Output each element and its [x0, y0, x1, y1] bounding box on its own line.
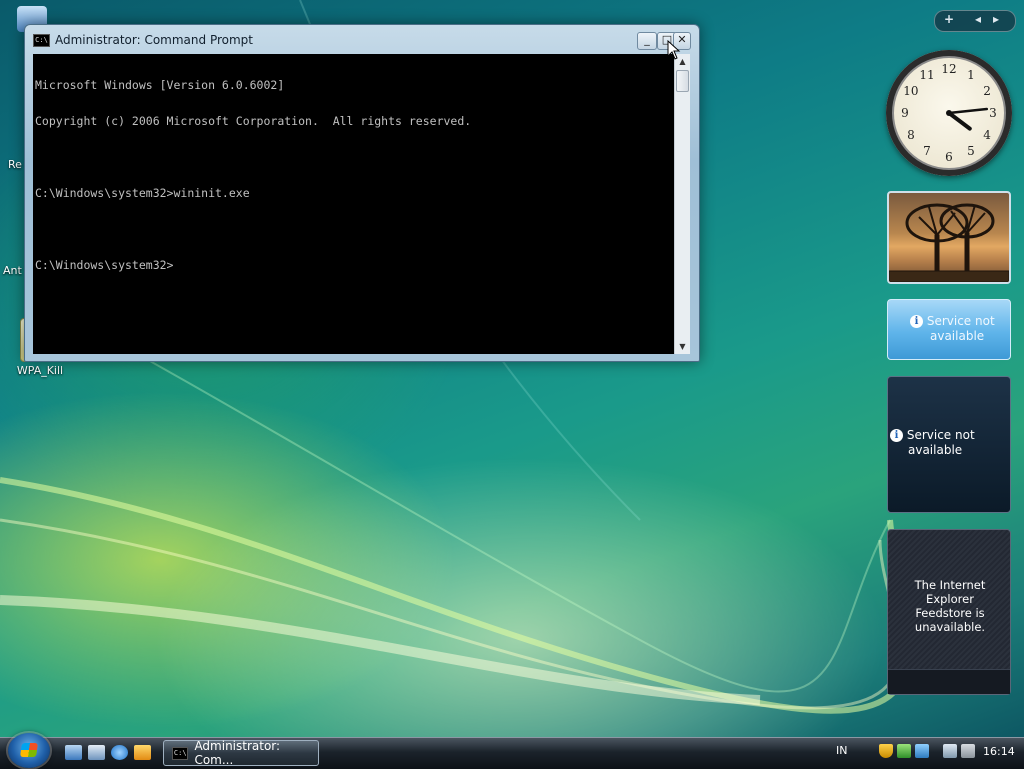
clock-center — [946, 110, 952, 116]
clock-numeral: 2 — [983, 84, 991, 98]
clock-numeral: 11 — [919, 68, 934, 82]
clock-numeral: 5 — [967, 144, 975, 158]
stocks-gadget[interactable]: i Service not available — [887, 376, 1011, 513]
feed-status: The Internet Explorer Feedstore is unava… — [892, 578, 1008, 634]
weather-status-line1: Service not — [926, 314, 995, 328]
cmd-icon: C:\ — [33, 33, 50, 47]
internet-explorer-icon[interactable] — [111, 745, 128, 760]
language-indicator[interactable]: IN — [836, 744, 847, 757]
clock-numeral: 12 — [941, 62, 956, 76]
clock-time[interactable]: 16:14 — [983, 745, 1015, 758]
hour-hand — [947, 111, 972, 131]
clock-numeral: 3 — [989, 106, 997, 120]
desktop-icon-label: Re — [8, 158, 22, 171]
window-titlebar[interactable]: C:\ Administrator: Command Prompt — [33, 33, 253, 47]
console-line: Microsoft Windows [Version 6.0.6002] — [35, 78, 285, 92]
stocks-status-line1: Service not — [906, 428, 975, 442]
clock-numeral: 8 — [907, 128, 915, 142]
weather-gadget[interactable]: i Service not available — [887, 299, 1011, 360]
feed-headlines-gadget[interactable]: The Internet Explorer Feedstore is unava… — [887, 529, 1011, 695]
update-icon[interactable] — [897, 744, 911, 758]
clock-face: 12 12 3 45678 9 1011 — [901, 62, 997, 164]
show-desktop-icon[interactable] — [65, 745, 82, 760]
defender-icon[interactable] — [915, 744, 929, 758]
weather-status-line2: available — [930, 329, 985, 343]
desktop-icon-label: Ant — [3, 264, 22, 277]
taskbar-button-command-prompt[interactable]: C:\ Administrator: Com... — [163, 739, 319, 767]
add-gadget-button[interactable]: + — [944, 12, 954, 26]
taskbar-button-label: Administrator: Com... — [194, 739, 281, 767]
security-shield-icon[interactable] — [879, 744, 893, 758]
stocks-status: i Service not available — [890, 428, 975, 458]
feed-footer — [888, 669, 1010, 694]
clock-numeral: 6 — [945, 150, 953, 164]
minimize-button[interactable]: _ — [637, 32, 657, 50]
scroll-thumb[interactable] — [676, 70, 689, 92]
clock-gadget[interactable]: 12 1 2 3 4 5 6 7 8 9 10 11 — [886, 50, 1012, 176]
previous-page-button[interactable]: ◂ — [975, 12, 981, 26]
stocks-status-line2: available — [908, 443, 963, 457]
sidebar-controls: + ◂ ▸ — [934, 10, 1016, 32]
close-button[interactable]: ✕ — [673, 32, 691, 50]
clock-numeral: 4 — [983, 128, 991, 142]
volume-muted-icon[interactable] — [961, 744, 975, 758]
scroll-up-arrow-icon[interactable]: ▲ — [675, 54, 690, 69]
tree-photo — [889, 203, 1009, 282]
feed-status-line1: The Internet Explorer — [914, 578, 986, 606]
scroll-down-arrow-icon[interactable]: ▼ — [675, 339, 690, 354]
taskbar — [0, 737, 1024, 769]
feed-status-line2: Feedstore is — [915, 606, 985, 620]
clock-numeral: 1 — [967, 68, 975, 82]
weather-status: i Service not available — [910, 314, 995, 344]
slideshow-gadget[interactable] — [887, 191, 1011, 284]
minute-hand — [947, 107, 989, 115]
desktop-icon-label: WPA_Kill — [16, 364, 64, 377]
console-line: C:\Windows\system32>wininit.exe — [35, 186, 250, 200]
start-button[interactable] — [8, 733, 50, 768]
feed-status-line3: unavailable. — [914, 620, 986, 634]
media-player-icon[interactable] — [134, 745, 151, 760]
desktop-icon-antivirus[interactable]: Ant — [3, 264, 22, 277]
info-icon: i — [890, 429, 903, 442]
window-title: Administrator: Command Prompt — [55, 33, 253, 47]
next-page-button[interactable]: ▸ — [993, 12, 999, 26]
windows-logo-icon — [20, 743, 38, 757]
info-icon: i — [910, 315, 923, 328]
switch-windows-icon[interactable] — [88, 745, 105, 760]
console-line: C:\Windows\system32> — [35, 258, 174, 272]
command-prompt-window[interactable]: C:\ Administrator: Command Prompt _ □ ✕ … — [24, 24, 700, 362]
clock-numeral: 10 — [903, 84, 918, 98]
console-output[interactable]: Microsoft Windows [Version 6.0.6002] Cop… — [33, 54, 674, 354]
console-line: Copyright (c) 2006 Microsoft Corporation… — [35, 114, 472, 128]
clock-numeral: 9 — [901, 106, 909, 120]
vertical-scrollbar[interactable]: ▲ ▼ — [674, 54, 690, 354]
desktop-icon-recycle-bin[interactable]: Re — [8, 158, 22, 171]
clock-numeral: 7 — [923, 144, 931, 158]
cmd-icon: C:\ — [172, 746, 189, 760]
network-icon[interactable] — [943, 744, 957, 758]
